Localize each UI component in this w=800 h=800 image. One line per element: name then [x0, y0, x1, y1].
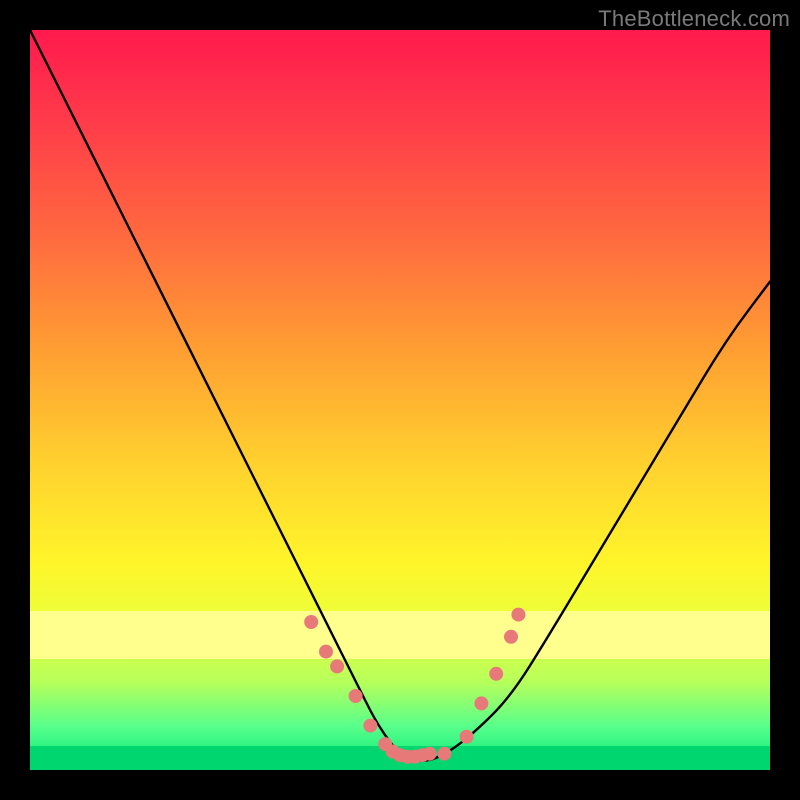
chart-scatter-dot — [363, 719, 377, 733]
watermark-text: TheBottleneck.com — [598, 6, 790, 32]
chart-scatter-dot — [489, 667, 503, 681]
chart-scatter-dot — [504, 630, 518, 644]
chart-plot-area — [30, 30, 770, 770]
chart-curve-line — [30, 30, 770, 761]
chart-scatter-dot — [474, 696, 488, 710]
chart-scatter-dot — [511, 608, 525, 622]
chart-scatter-dot — [304, 615, 318, 629]
chart-scatter-dot — [319, 645, 333, 659]
chart-svg-layer — [30, 30, 770, 770]
chart-scatter-dot — [423, 747, 437, 761]
chart-scatter-dots — [304, 608, 525, 764]
chart-scatter-dot — [460, 730, 474, 744]
chart-scatter-dot — [330, 659, 344, 673]
chart-scatter-dot — [349, 689, 363, 703]
chart-scatter-dot — [437, 747, 451, 761]
